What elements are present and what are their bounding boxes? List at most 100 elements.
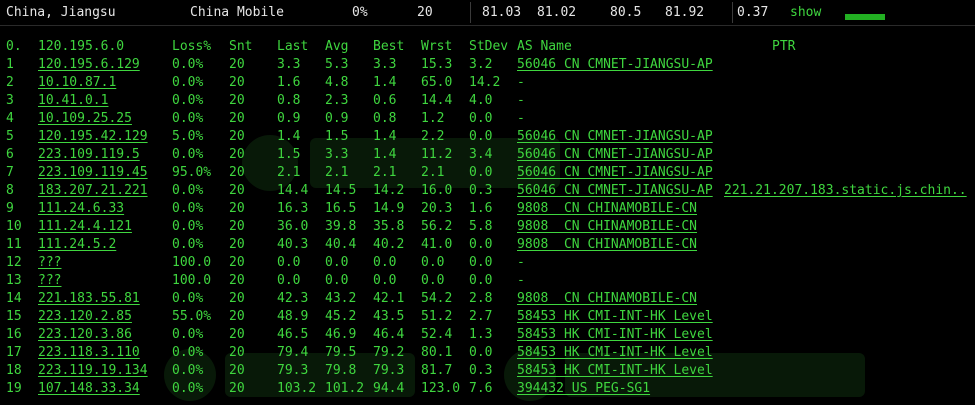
host-link[interactable]: 111.24.4.121 (38, 218, 132, 236)
stdev-cell: 2.7 (469, 309, 493, 324)
table-row: 12??? 100.0 20 0.0 0.0 0.0 0.0 0.0 - (0, 254, 975, 272)
stdev-cell: 4.0 (469, 93, 493, 108)
snt-cell: 20 (229, 129, 245, 144)
as-name-link[interactable]: 58453 HK CMI-INT-HK Level (517, 362, 713, 380)
avg-cell: 101.2 (325, 381, 365, 396)
as-name-link[interactable]: 58453 HK CMI-INT-HK Level (517, 326, 713, 344)
sent-value: 20 (417, 5, 433, 20)
snt-cell: 20 (229, 75, 245, 90)
snt-cell: 20 (229, 291, 245, 306)
avg-cell: 2.1 (325, 165, 349, 180)
loss-cell: 0.0% (172, 345, 204, 360)
as-name-link: - (517, 75, 525, 90)
host-link[interactable]: 223.120.2.85 (38, 308, 132, 326)
as-name-link[interactable]: 56046 CN CMNET-JIANGSU-AP (517, 164, 713, 182)
wrst-cell: 14.4 (421, 93, 453, 108)
host-link[interactable]: 10.10.87.1 (38, 74, 116, 92)
host-link[interactable]: 221.183.55.81 (38, 290, 140, 308)
host-link[interactable]: 10.41.0.1 (38, 92, 108, 110)
loss-cell: 95.0% (172, 165, 212, 180)
header-snt: Snt (229, 39, 253, 54)
last-cell: 0.8 (277, 93, 301, 108)
divider (0, 25, 975, 26)
wrst-cell: 16.0 (421, 183, 453, 198)
as-name-link[interactable]: 56046 CN CMNET-JIANGSU-AP (517, 56, 713, 74)
as-name-link: - (517, 111, 525, 126)
stdev-cell: 3.4 (469, 147, 493, 162)
best-cell: 79.3 (373, 363, 405, 378)
best-cell: 0.6 (373, 93, 397, 108)
loss-cell: 0.0% (172, 111, 204, 126)
stdev-cell: 0.0 (469, 129, 493, 144)
avg-cell: 14.5 (325, 183, 357, 198)
wrst-cell: 56.2 (421, 219, 453, 234)
host-link[interactable]: 223.119.19.134 (38, 362, 148, 380)
hop-number: 15 (6, 309, 22, 324)
as-name-link[interactable]: 9808 CN CHINAMOBILE-CN (517, 218, 697, 236)
table-row: 11 111.24.5.2 0.0% 20 40.3 40.4 40.2 41.0 0.0 980… (0, 236, 975, 254)
last-cell: 1.4 (277, 129, 301, 144)
as-name-link[interactable]: 58453 HK CMI-INT-HK Level (517, 308, 713, 326)
table-row: 8 183.207.21.221 0.0% 20 14.4 14.5 14.2 16.0 0.3… (0, 182, 975, 200)
host-link[interactable]: 120.195.42.129 (38, 128, 148, 146)
best-cell: 46.4 (373, 327, 405, 342)
wrst-cell: 20.3 (421, 201, 453, 216)
host-link[interactable]: 223.109.119.45 (38, 164, 148, 182)
as-name-link[interactable]: 56046 CN CMNET-JIANGSU-AP (517, 182, 713, 200)
header-hop: 0. (6, 39, 22, 54)
as-name-link[interactable]: 9808 CN CHINAMOBILE-CN (517, 236, 697, 254)
table-row: 13??? 100.0 20 0.0 0.0 0.0 0.0 0.0 - (0, 272, 975, 290)
snt-cell: 20 (229, 381, 245, 396)
stdev-value: 0.37 (737, 5, 769, 20)
as-name-link[interactable]: 56046 CN CMNET-JIANGSU-AP (517, 146, 713, 164)
host-link[interactable]: 223.118.3.110 (38, 344, 140, 362)
last-cell: 103.2 (277, 381, 317, 396)
last-cell: 0.0 (277, 273, 301, 288)
as-name-link[interactable]: 394432 US PEG-SG1 (517, 380, 650, 398)
wrst-cell: 80.1 (421, 345, 453, 360)
last-cell: 1.5 (277, 147, 301, 162)
loss-cell: 0.0% (172, 381, 204, 396)
last-cell: 3.3 (277, 57, 301, 72)
as-name-link[interactable]: 9808 CN CHINAMOBILE-CN (517, 200, 697, 218)
loss-cell: 0.0% (172, 201, 204, 216)
table-row: 4 10.109.25.25 0.0% 20 0.9 0.9 0.8 1.2 0.0 - (0, 110, 975, 128)
show-link[interactable]: show (790, 4, 821, 21)
last-cell: 40.3 (277, 237, 309, 252)
header-ptr: PTR (772, 39, 796, 54)
host-link[interactable]: 120.195.6.129 (38, 56, 140, 74)
hop-number: 4 (6, 111, 14, 126)
header-as-name: AS Name (517, 39, 572, 54)
best-cell: 0.0 (373, 273, 397, 288)
host-link[interactable]: 223.120.3.86 (38, 326, 132, 344)
wrst-cell: 65.0 (421, 75, 453, 90)
table-row: 5 120.195.42.129 5.0% 20 1.4 1.5 1.4 2.2 0.0 5604… (0, 128, 975, 146)
hop-number: 12 (6, 255, 22, 270)
avg-cell: 45.2 (325, 309, 357, 324)
host-link[interactable]: 223.109.119.5 (38, 146, 140, 164)
last-cell: 2.1 (277, 165, 301, 180)
snt-cell: 20 (229, 327, 245, 342)
host-link[interactable]: 107.148.33.34 (38, 380, 140, 398)
hop-number: 14 (6, 291, 22, 306)
host-link[interactable]: 111.24.5.2 (38, 236, 116, 254)
hop-number: 17 (6, 345, 22, 360)
as-name-link[interactable]: 9808 CN CHINAMOBILE-CN (517, 290, 697, 308)
header-best: Best (373, 39, 405, 54)
host-link[interactable]: ??? (38, 254, 61, 272)
loss-cell: 0.0% (172, 183, 204, 198)
host-link[interactable]: 111.24.6.33 (38, 200, 124, 218)
host-link[interactable]: ??? (38, 272, 61, 290)
best-cell: 42.1 (373, 291, 405, 306)
ptr-link[interactable]: 221.21.207.183.static.js.chin.. (724, 182, 967, 200)
hop-number: 10 (6, 219, 22, 234)
table-row: 3 10.41.0.1 0.0% 20 0.8 2.3 0.6 14.4 4.0 - (0, 92, 975, 110)
host-link[interactable]: 183.207.21.221 (38, 182, 148, 200)
host-link[interactable]: 10.109.25.25 (38, 110, 132, 128)
as-name-link[interactable]: 56046 CN CMNET-JIANGSU-AP (517, 128, 713, 146)
avg-cell: 40.4 (325, 237, 357, 252)
as-name-link[interactable]: 58453 HK CMI-INT-HK Level (517, 344, 713, 362)
stdev-cell: 0.0 (469, 111, 493, 126)
last-cell: 36.0 (277, 219, 309, 234)
stdev-cell: 0.0 (469, 165, 493, 180)
